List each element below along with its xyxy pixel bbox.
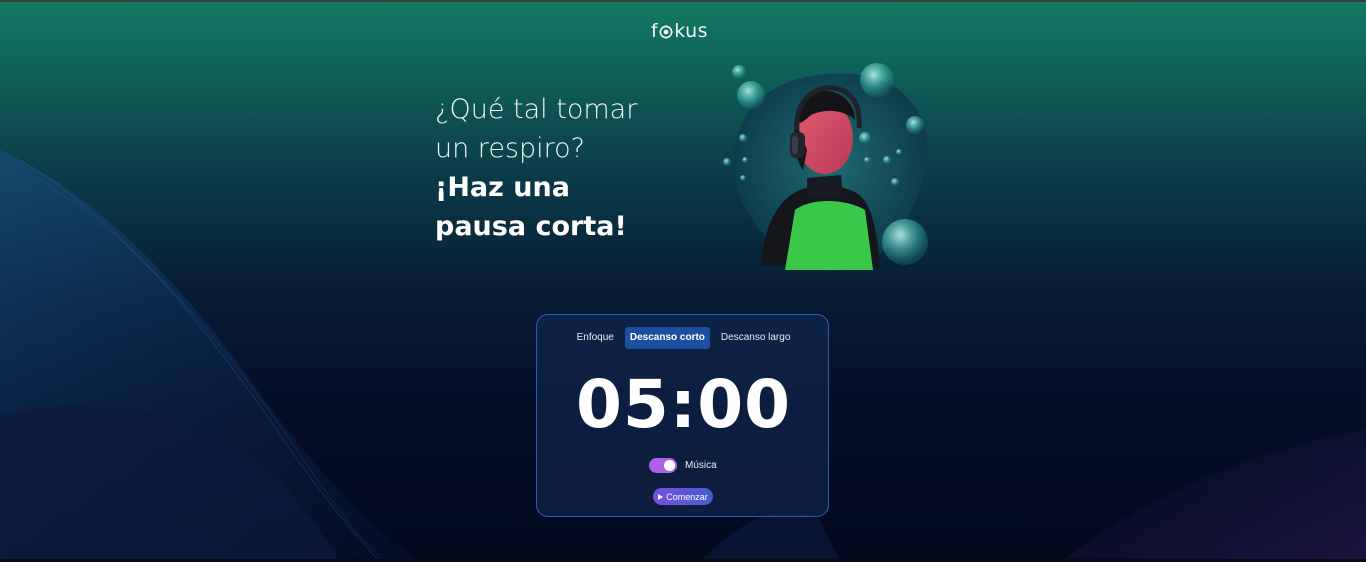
music-toggle-row: Música [649,456,717,474]
hero-line-1: ¿Qué tal tomar [435,94,638,125]
timer-card: Enfoque Descanso corto Descanso largo 05… [536,314,829,517]
toggle-knob [664,459,675,471]
logo-ring-icon [659,25,674,39]
hero-line-3: ¡Haz una [435,172,570,203]
start-button[interactable]: Comenzar [653,488,713,505]
start-button-label: Comenzar [666,491,708,502]
tab-enfoque[interactable]: Enfoque [572,327,619,349]
play-icon [658,493,664,500]
hero-line-2: un respiro? [435,133,585,164]
timer-display: 05:00 [575,366,792,443]
hero-illustration [723,63,928,271]
timer-mode-tabs: Enfoque Descanso corto Descanso largo [537,327,830,349]
logo-text-end: kus [674,20,709,42]
music-label: Música [685,459,717,471]
fokus-logo[interactable]: f kus [651,18,721,44]
hero-line-4: pausa corta! [435,211,627,242]
tab-descanso-corto[interactable]: Descanso corto [624,327,710,349]
logo-text-start: f [651,20,659,42]
hero-headline: ¿Qué tal tomar un respiro? ¡Haz una paus… [435,90,715,246]
music-toggle[interactable] [649,457,677,473]
tab-descanso-largo[interactable]: Descanso largo [716,327,795,349]
